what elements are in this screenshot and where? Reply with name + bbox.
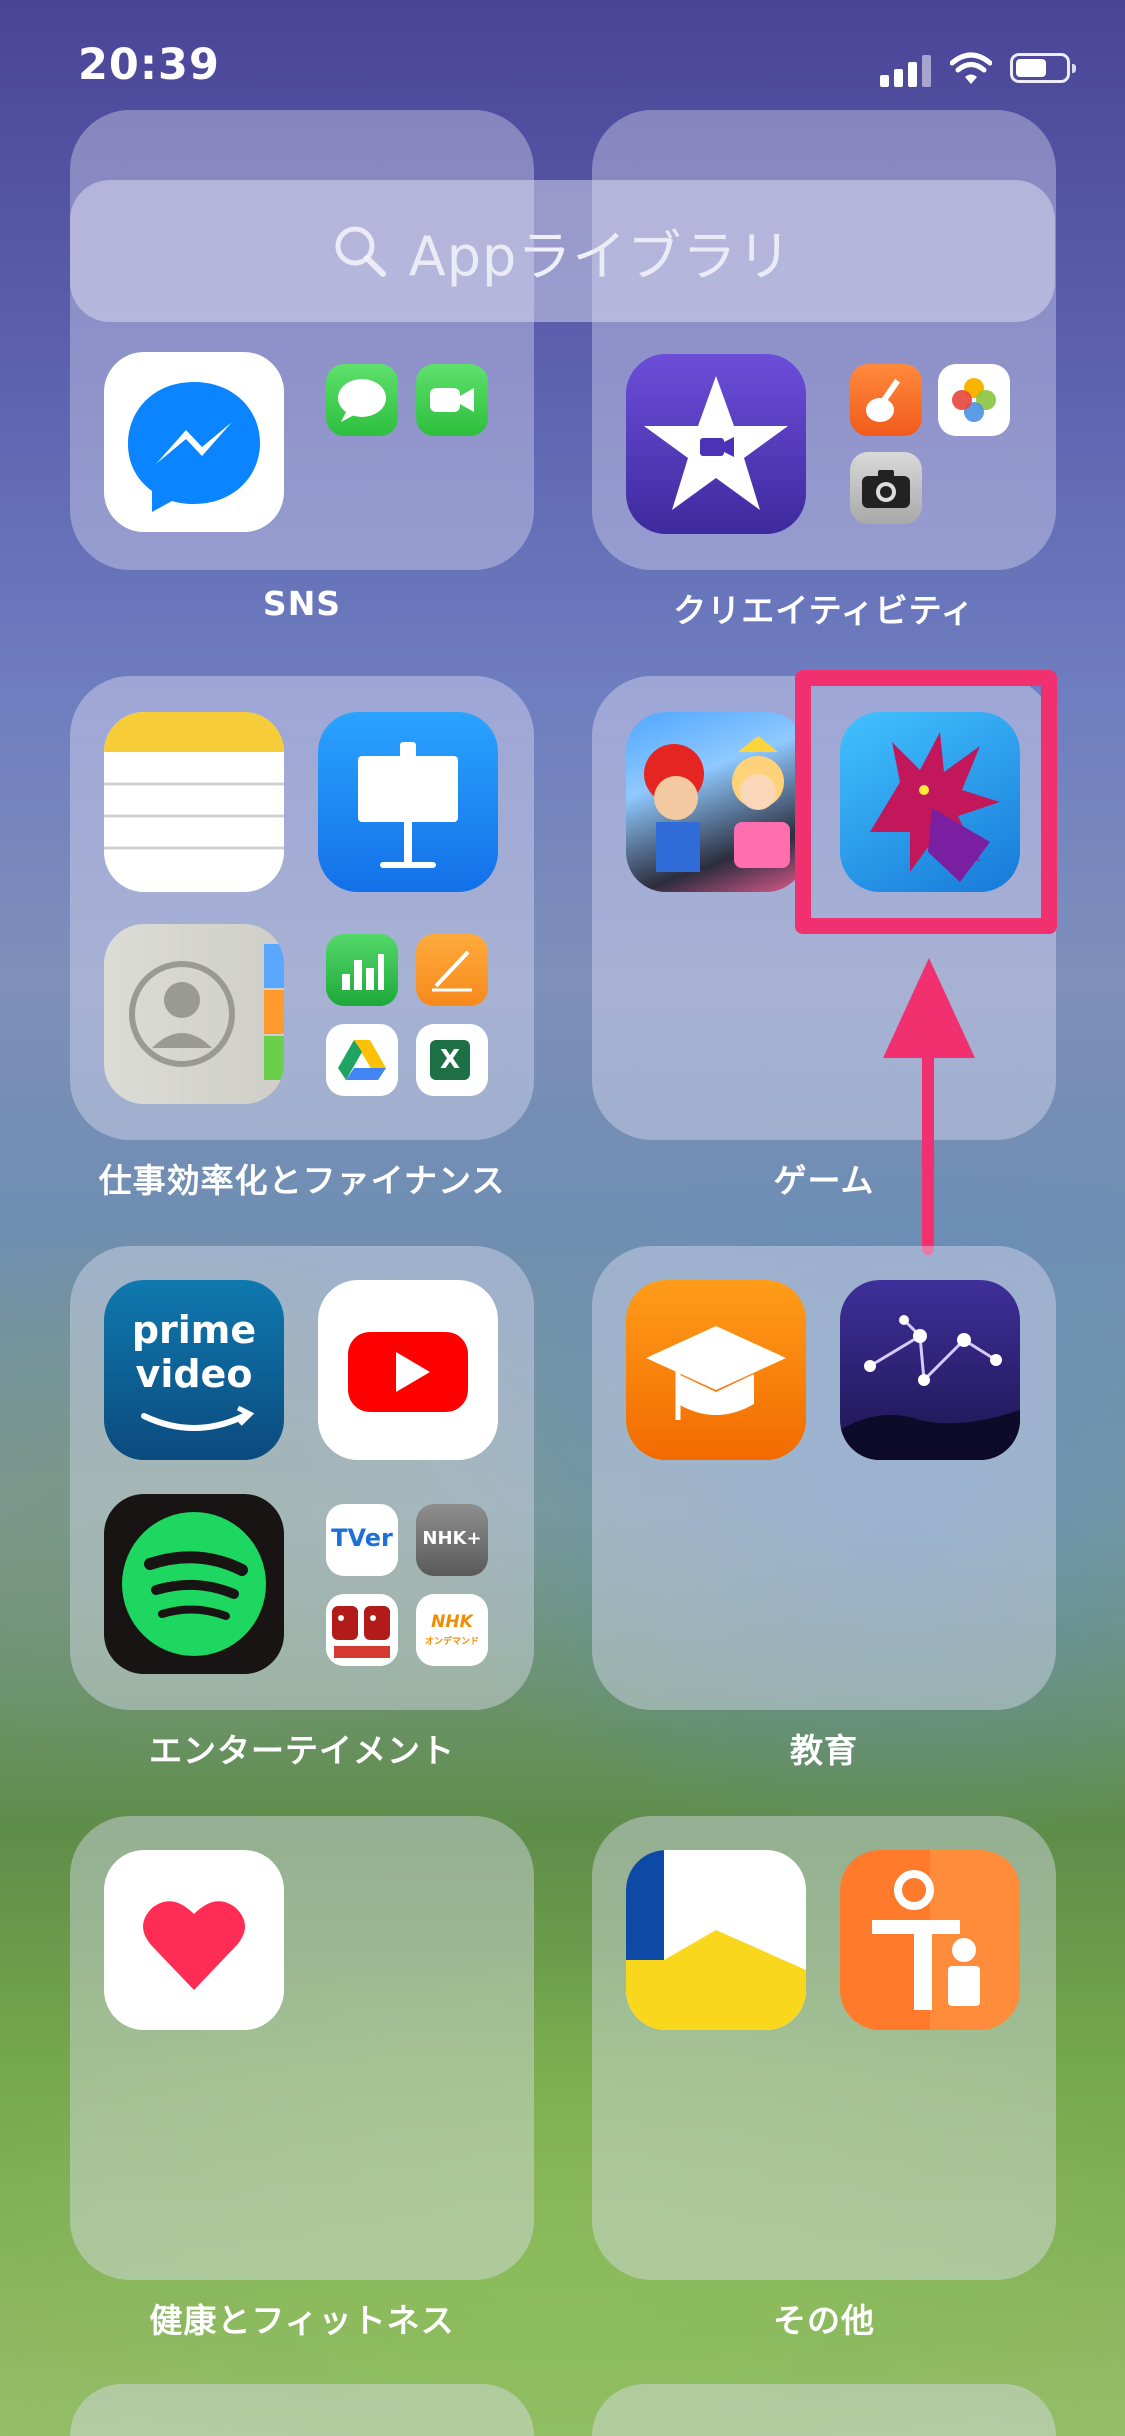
status-time: 20:39 xyxy=(78,40,220,90)
tver-text: TVer xyxy=(331,1524,393,1552)
folder-title-sns: SNS xyxy=(262,584,342,623)
imovie-app-icon[interactable] xyxy=(626,354,806,534)
folder-title-creativity: クリエイティビティ xyxy=(673,591,975,630)
highlight-box xyxy=(795,670,1057,934)
numbers-app-icon[interactable] xyxy=(326,934,398,1006)
constellation-icon xyxy=(840,1315,1020,1460)
nhk-ondemand-bottom-text: オンデマンド xyxy=(424,1637,479,1647)
nhkplus-text: NHK+ xyxy=(422,1528,482,1549)
youtube-app-icon[interactable] xyxy=(318,1280,498,1460)
folder-title-education: 教育 xyxy=(790,1731,858,1770)
folder-title-productivity: 仕事効率化とファイナンス xyxy=(98,1161,506,1200)
spotify-wave-icon xyxy=(122,1512,266,1656)
nhk-ondemand-app-icon[interactable]: NHK オンデマンド xyxy=(416,1594,488,1666)
folder-title-entertainment: エンターテイメント xyxy=(149,1731,455,1770)
folder-title-games: ゲーム xyxy=(773,1161,875,1200)
excel-app-icon[interactable]: X xyxy=(416,1024,488,1096)
folder-title-health: 健康とフィットネス xyxy=(149,2301,455,2340)
nhk-ondemand-top-text: NHK xyxy=(431,1612,473,1632)
drive-triangle-icon xyxy=(338,1040,386,1080)
video-camera-icon xyxy=(430,388,474,412)
messenger-app-icon[interactable] xyxy=(104,352,284,532)
heart-icon xyxy=(143,1901,245,1990)
kohaku-app-icon[interactable] xyxy=(326,1594,398,1666)
nhkplus-app-icon[interactable]: NHK+ xyxy=(416,1504,488,1576)
domo-character-icon xyxy=(332,1606,390,1658)
play-icon xyxy=(348,1332,468,1412)
star-walk-app-icon[interactable] xyxy=(840,1280,1020,1460)
keynote-app-icon[interactable] xyxy=(318,712,498,892)
graduation-cap-icon xyxy=(646,1326,786,1420)
notepad-icon xyxy=(104,712,284,850)
google-drive-app-icon[interactable] xyxy=(326,1024,398,1096)
parent-child-icon xyxy=(872,1870,980,2010)
facetime-app-icon[interactable] xyxy=(416,364,488,436)
notes-app-icon[interactable] xyxy=(104,712,284,892)
bar-chart-icon xyxy=(342,954,384,990)
messenger-icon xyxy=(128,382,260,512)
annotation-arrow-shaft xyxy=(922,1000,934,1255)
folder-title-other: その他 xyxy=(773,2301,875,2340)
pages-app-icon[interactable] xyxy=(416,934,488,1006)
blue-yellow-app-icon[interactable] xyxy=(626,1850,806,2030)
garageband-app-icon[interactable] xyxy=(850,364,922,436)
health-app-icon[interactable] xyxy=(104,1850,284,2030)
folder-partial-left[interactable] xyxy=(70,2384,534,2436)
cellular-signal-icon xyxy=(880,55,932,87)
excel-icon: X xyxy=(430,1040,470,1080)
smile-arrow-icon xyxy=(141,1405,255,1431)
star-camera-icon xyxy=(644,376,788,510)
screen-time-app-icon[interactable] xyxy=(840,1850,1020,2030)
contacts-app-icon[interactable] xyxy=(104,924,284,1104)
messages-app-icon[interactable] xyxy=(326,364,398,436)
wifi-icon xyxy=(950,52,992,84)
folder-partial-right[interactable] xyxy=(592,2384,1056,2436)
itunes-u-app-icon[interactable] xyxy=(626,1280,806,1460)
guitar-icon xyxy=(866,378,901,422)
camera-icon xyxy=(862,470,910,508)
camera-app-icon[interactable] xyxy=(850,452,922,524)
tver-app-icon[interactable]: TVer xyxy=(326,1504,398,1576)
pen-icon xyxy=(432,950,472,992)
pinwheel-icon xyxy=(952,378,996,422)
spotify-app-icon[interactable] xyxy=(104,1494,284,1674)
person-icon xyxy=(129,944,284,1080)
speech-bubble-icon xyxy=(338,379,386,422)
mario-kart-app-icon[interactable] xyxy=(626,712,806,892)
podium-icon xyxy=(358,742,458,868)
photos-app-icon[interactable] xyxy=(938,364,1010,436)
mario-kart-artwork-icon xyxy=(644,736,790,872)
battery-icon xyxy=(1010,53,1076,83)
segmented-shape-icon xyxy=(626,1850,806,2030)
prime-video-app-icon[interactable]: prime video xyxy=(104,1280,284,1460)
